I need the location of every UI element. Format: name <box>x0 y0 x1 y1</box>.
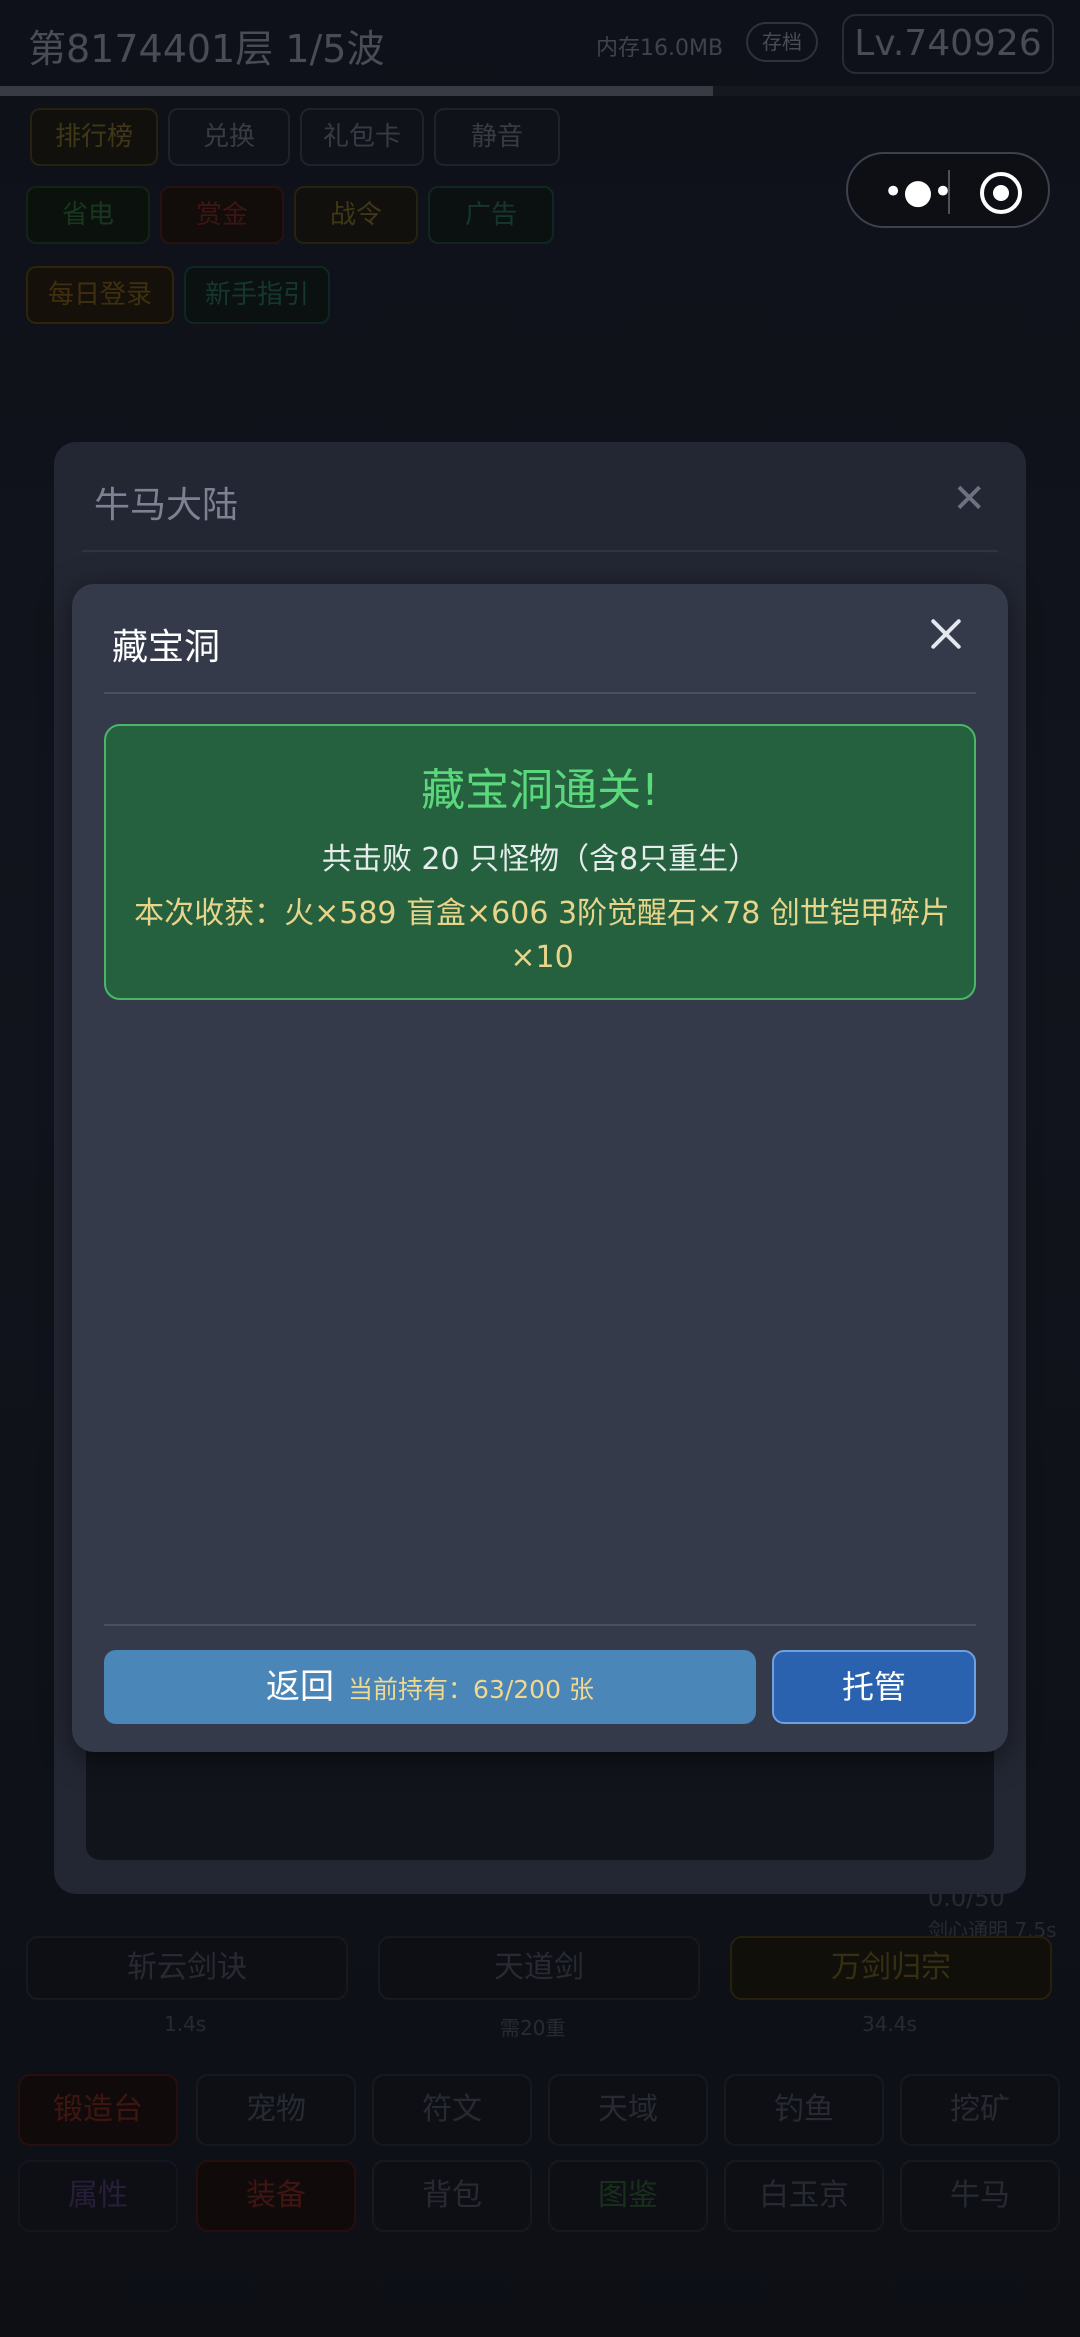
treasure-cave-dialog: 藏宝洞 藏宝洞通关! 共击败 20 只怪物（含8只重生） 本次收获：火×589 … <box>72 584 1008 1752</box>
target-circle-icon[interactable] <box>980 172 1022 214</box>
dialog-title: 藏宝洞 <box>112 627 221 668</box>
miniprogram-capsule: •●• <box>846 152 1050 228</box>
result-panel: 藏宝洞通关! 共击败 20 只怪物（含8只重生） 本次收获：火×589 盲盒×6… <box>104 724 976 1000</box>
auto-button[interactable]: 托管 <box>772 1650 976 1724</box>
result-summary: 共击败 20 只怪物（含8只重生） <box>321 842 759 877</box>
outer-dialog-title: 牛马大陆 <box>94 485 239 526</box>
close-icon[interactable] <box>924 612 968 656</box>
return-button-label: 返回 <box>266 1667 335 1707</box>
result-headline: 藏宝洞通关! <box>421 765 659 816</box>
outer-divider <box>82 550 998 552</box>
tickets-held-label: 当前持有：63/200 张 <box>348 1675 594 1704</box>
outer-close-icon[interactable]: ✕ <box>952 476 986 522</box>
dialog-divider-bottom <box>104 1624 976 1626</box>
dialog-divider-top <box>104 692 976 694</box>
result-loot: 本次收获：火×589 盲盒×606 3阶觉醒石×78 创世铠甲碎片×10 <box>134 896 950 975</box>
capsule-divider <box>948 170 950 214</box>
more-dots-icon[interactable]: •●• <box>870 172 966 212</box>
return-button[interactable]: 返回 当前持有：63/200 张 <box>104 1650 756 1724</box>
